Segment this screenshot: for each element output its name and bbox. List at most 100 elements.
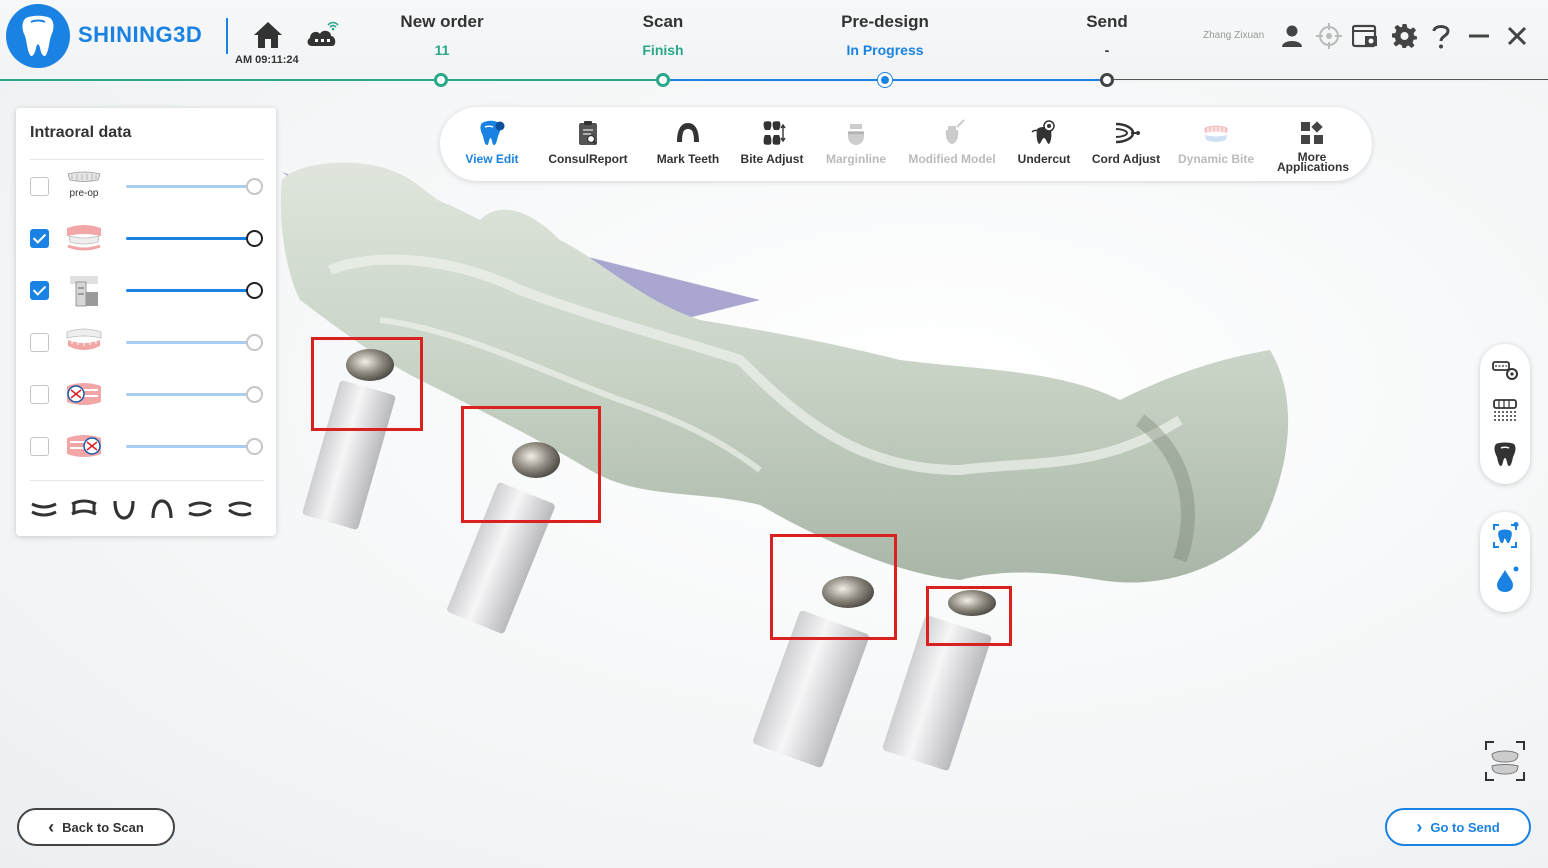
panel-title: Intraoral data bbox=[30, 124, 132, 141]
dynamic-bite-icon bbox=[1201, 118, 1231, 148]
home-icon[interactable] bbox=[252, 20, 284, 50]
layer-checkbox[interactable] bbox=[30, 281, 49, 300]
tool-label: Bite Adjust bbox=[740, 152, 804, 166]
tool-label: Dynamic Bite bbox=[1177, 152, 1255, 166]
view-front-icon[interactable] bbox=[30, 498, 58, 520]
crosshair-icon[interactable] bbox=[1315, 22, 1343, 50]
tool-more-applications[interactable]: More Applications bbox=[1264, 115, 1360, 177]
progress-line-current-2 bbox=[892, 79, 1100, 81]
layer-opacity-slider[interactable] bbox=[126, 438, 263, 455]
view-lower-icon[interactable] bbox=[110, 498, 138, 520]
tool-mark-teeth[interactable]: Mark Teeth bbox=[640, 115, 736, 177]
side-tool-group-2 bbox=[1480, 512, 1530, 612]
tool-label: More Applications bbox=[1277, 150, 1350, 174]
back-to-scan-button[interactable]: ‹ Back to Scan bbox=[17, 808, 175, 846]
layer-opacity-slider[interactable] bbox=[126, 178, 263, 195]
layer-checkbox[interactable] bbox=[30, 385, 49, 404]
step-status: Finish bbox=[642, 42, 684, 58]
layer-thumbnail-pre-op: pre-op bbox=[64, 168, 104, 204]
help-icon[interactable] bbox=[1427, 22, 1455, 50]
progress-line-current bbox=[670, 79, 878, 81]
step-status: - bbox=[1104, 42, 1110, 58]
panel-divider bbox=[30, 480, 264, 481]
step-title: New order bbox=[400, 12, 484, 31]
logo bbox=[6, 4, 70, 68]
user-name: Zhang Zixuan bbox=[1203, 30, 1265, 41]
step-pre-design[interactable]: Pre-design In Progress bbox=[805, 12, 965, 58]
grid-teeth-icon[interactable] bbox=[1491, 396, 1519, 424]
layer-opacity-slider[interactable] bbox=[126, 386, 263, 403]
layer-opacity-slider[interactable] bbox=[126, 282, 263, 299]
modified-model-icon bbox=[937, 118, 967, 148]
layer-row-upper-bite bbox=[30, 376, 266, 412]
more-applications-icon bbox=[1297, 118, 1327, 148]
step-dot-send bbox=[1100, 73, 1114, 87]
view-upper-icon[interactable] bbox=[148, 498, 176, 520]
side-tool-group-1 bbox=[1480, 344, 1530, 484]
scan-settings-icon[interactable] bbox=[1491, 356, 1519, 384]
ai-tooth-icon[interactable] bbox=[1491, 522, 1519, 550]
layer-thumbnail-lower-bite bbox=[64, 428, 104, 464]
design-toolbar: View Edit ConsulReport Mark Teeth Bite Adju… bbox=[440, 107, 1372, 181]
screenshot-window-icon[interactable] bbox=[1352, 22, 1380, 50]
chevron-left-icon: ‹ bbox=[48, 816, 55, 837]
step-status: In Progress bbox=[846, 42, 924, 58]
tool-label: ConsulReport bbox=[548, 152, 628, 166]
tool-bite-adjust[interactable]: Bite Adjust bbox=[724, 115, 820, 177]
send-button-label: Go to Send bbox=[1430, 819, 1500, 835]
intraoral-data-panel: Intraoral data pre-op bbox=[16, 108, 276, 536]
slider-knob[interactable] bbox=[246, 438, 263, 455]
step-title: Scan bbox=[642, 12, 684, 31]
progress-line-pending bbox=[1114, 79, 1548, 80]
view-left-icon[interactable] bbox=[186, 498, 214, 520]
tool-label: Mark Teeth bbox=[656, 152, 720, 166]
slider-knob[interactable] bbox=[246, 282, 263, 299]
layer-checkbox[interactable] bbox=[30, 229, 49, 248]
tool-cord-adjust[interactable]: Cord Adjust bbox=[1078, 115, 1174, 177]
minimize-icon[interactable] bbox=[1465, 22, 1493, 50]
slider-knob[interactable] bbox=[246, 386, 263, 403]
back-button-label: Back to Scan bbox=[62, 819, 144, 835]
step-scan[interactable]: Scan Finish bbox=[583, 12, 743, 58]
go-to-send-button[interactable]: › Go to Send bbox=[1385, 808, 1531, 846]
tooth-logo-icon bbox=[22, 15, 54, 57]
gear-icon[interactable] bbox=[1391, 22, 1419, 50]
tool-view-edit[interactable]: View Edit bbox=[444, 115, 540, 177]
chevron-right-icon: › bbox=[1416, 816, 1423, 837]
layer-thumbnail-lower-jaw bbox=[64, 324, 104, 360]
user-icon[interactable] bbox=[1278, 22, 1306, 50]
highlight-box-3 bbox=[770, 534, 897, 640]
layer-thumbnail-upper-jaw bbox=[64, 220, 104, 256]
layer-opacity-slider[interactable] bbox=[126, 334, 263, 351]
layer-thumb-label: pre-op bbox=[69, 188, 99, 199]
tool-consulreport[interactable]: ConsulReport bbox=[540, 115, 636, 177]
layer-checkbox[interactable] bbox=[30, 177, 49, 196]
water-drop-icon[interactable] bbox=[1491, 566, 1519, 594]
view-back-icon[interactable] bbox=[70, 498, 98, 520]
header-bar: SHINING3D AM 09:11:24 New order 11 Scan … bbox=[0, 0, 1548, 87]
close-icon[interactable] bbox=[1503, 22, 1531, 50]
step-new-order[interactable]: New order 11 bbox=[362, 12, 522, 58]
brand-divider bbox=[226, 18, 228, 54]
highlight-box-4 bbox=[926, 586, 1012, 646]
marginline-icon bbox=[841, 118, 871, 148]
tool-dynamic-bite: Dynamic Bite bbox=[1168, 115, 1264, 177]
view-direction-icons bbox=[30, 498, 266, 522]
progress-line-done-2 bbox=[448, 79, 656, 81]
highlight-box-2 bbox=[461, 406, 601, 523]
tool-label: View Edit bbox=[465, 152, 519, 166]
tooth-icon[interactable] bbox=[1491, 440, 1519, 468]
step-dot-new-order bbox=[434, 73, 448, 87]
slider-knob[interactable] bbox=[246, 334, 263, 351]
cloud-wifi-icon[interactable] bbox=[304, 20, 340, 50]
step-send[interactable]: Send - bbox=[1027, 12, 1187, 58]
fit-view-icon[interactable] bbox=[1484, 740, 1526, 782]
layer-checkbox[interactable] bbox=[30, 437, 49, 456]
slider-knob[interactable] bbox=[246, 178, 263, 195]
view-right-icon[interactable] bbox=[226, 498, 254, 520]
layer-row-pre-op: pre-op bbox=[30, 168, 266, 204]
undercut-icon bbox=[1029, 118, 1059, 148]
layer-opacity-slider[interactable] bbox=[126, 230, 263, 247]
layer-checkbox[interactable] bbox=[30, 333, 49, 352]
slider-knob[interactable] bbox=[246, 230, 263, 247]
